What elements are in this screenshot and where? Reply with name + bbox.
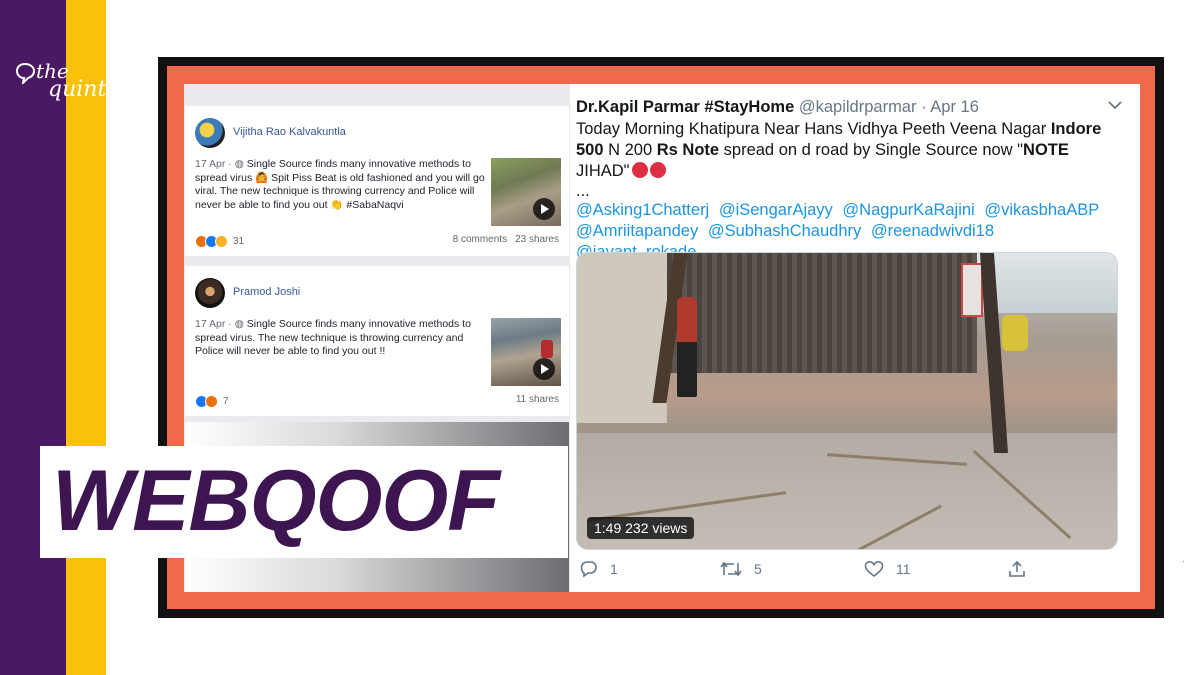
post-text: 17 Apr · ◍ Single Source finds many inno… (195, 158, 485, 211)
share-icon (1009, 560, 1025, 577)
tweet-text-part: Today Morning Khatipura Near Hans Vidhya… (576, 120, 1051, 138)
mention-link[interactable]: @Amriitapandey (576, 222, 698, 240)
tweet-separator: · (921, 98, 927, 116)
decorative-mark: · (1182, 556, 1186, 567)
angry-reaction-icon (205, 394, 218, 408)
share-count[interactable]: 11 shares (516, 394, 559, 405)
mention-link[interactable]: @reenadwivdi18 (871, 222, 994, 240)
wow-reaction-icon (215, 234, 228, 248)
tweet-video[interactable]: 1:49 232 views (576, 252, 1118, 550)
post-author[interactable]: Pramod Joshi (233, 286, 300, 298)
video-views: 232 views (625, 520, 688, 536)
video-autorickshaw (1002, 315, 1028, 351)
webqoof-banner: WEBQOOF (40, 446, 568, 558)
retweet-button[interactable]: 5 (720, 560, 762, 578)
facebook-post: Pramod Joshi 17 Apr · ◍ Single Source fi… (185, 266, 569, 416)
reply-count: 1 (610, 561, 618, 577)
reply-button[interactable]: 1 (580, 560, 618, 578)
reaction-summary[interactable]: 7 (195, 394, 229, 408)
like-button[interactable]: 11 (864, 560, 911, 578)
tweet-handle[interactable]: @kapildrparmar (799, 98, 917, 116)
globe-icon: ◍ (234, 158, 244, 170)
video-person (677, 297, 697, 397)
post-date[interactable]: 17 Apr (195, 318, 225, 330)
reaction-count: 31 (233, 235, 245, 247)
retweet-count: 5 (754, 561, 762, 577)
play-icon[interactable] (533, 198, 555, 220)
tweet-text-part: N 200 (603, 141, 657, 159)
comment-count[interactable]: 8 comments (453, 234, 507, 245)
video-sign (961, 263, 983, 317)
tweet-header: Dr.Kapil Parmar #StayHome @kapildrparmar… (576, 98, 979, 117)
play-icon[interactable] (533, 358, 555, 380)
video-duration-views: 1:49 232 views (587, 517, 695, 539)
tweet-date[interactable]: Apr 16 (930, 98, 979, 116)
mention-link[interactable]: @NagpurKaRajini (842, 201, 974, 219)
tweet-text-part: spread on d road by Single Source now " (719, 141, 1024, 159)
reply-icon (580, 561, 597, 578)
mention-link[interactable]: @Asking1Chatterj (576, 201, 709, 219)
tweet-actions: 1 5 11 (576, 558, 1116, 584)
post-stats: 8 comments 23 shares (453, 234, 559, 245)
video-thumbnail[interactable] (491, 318, 561, 386)
video-duration: 1:49 (594, 520, 622, 536)
tweet-text-part: JIHAD" (576, 162, 630, 180)
angry-face-icon (649, 162, 666, 178)
globe-icon: ◍ (234, 318, 244, 330)
video-thumbnail[interactable] (491, 158, 561, 226)
angry-face-icon (631, 162, 648, 178)
post-date[interactable]: 17 Apr (195, 158, 225, 170)
tweet-ellipsis: ... (576, 182, 590, 200)
chevron-down-icon[interactable] (1108, 100, 1122, 110)
avatar[interactable] (195, 118, 225, 148)
post-author[interactable]: Vijitha Rao Kalvakuntla (233, 126, 346, 138)
thumbnail-figure (541, 340, 553, 358)
speech-bubble-icon (16, 62, 36, 84)
avatar[interactable] (195, 278, 225, 308)
facebook-post: Vijitha Rao Kalvakuntla 17 Apr · ◍ Singl… (185, 106, 569, 256)
webqoof-label: WEBQOOF (52, 453, 500, 549)
reaction-summary[interactable]: 31 (195, 234, 244, 248)
post-text: 17 Apr · ◍ Single Source finds many inno… (195, 318, 471, 357)
tweet-text: Today Morning Khatipura Near Hans Vidhya… (576, 119, 1116, 182)
heart-icon (864, 560, 884, 578)
tweet: Dr.Kapil Parmar #StayHome @kapildrparmar… (570, 84, 1140, 592)
logo-line-2: quint (48, 77, 107, 102)
tweet-text-bold: NOTE (1023, 141, 1069, 159)
the-quint-logo: the quint (16, 60, 106, 110)
retweet-icon (720, 561, 742, 577)
share-button[interactable] (1008, 560, 1038, 578)
share-count[interactable]: 23 shares (515, 234, 559, 245)
mention-link[interactable]: @SubhashChaudhry (708, 222, 861, 240)
tweet-text-bold: Rs Note (656, 141, 720, 159)
reaction-count: 7 (223, 395, 229, 407)
mention-link[interactable]: @iSengarAjayy (719, 201, 833, 219)
mention-link[interactable]: @vikasbhaABP (984, 201, 1099, 219)
post-stats: 11 shares (516, 394, 559, 405)
tweet-display-name[interactable]: Dr.Kapil Parmar #StayHome (576, 98, 794, 116)
like-count: 11 (896, 561, 911, 577)
